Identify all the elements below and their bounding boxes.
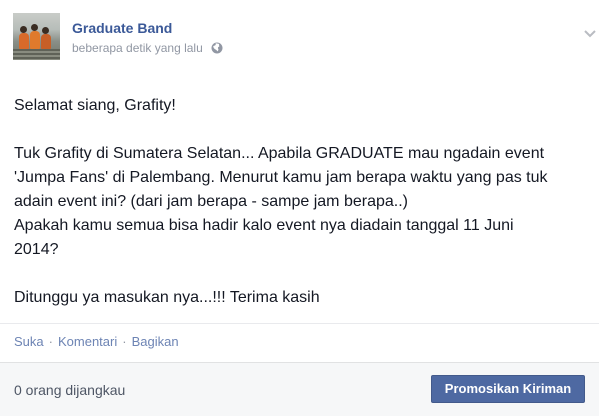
reach-count[interactable]: 0 orang dijangkau <box>14 382 125 398</box>
promote-post-button[interactable]: Promosikan Kiriman <box>431 375 585 403</box>
avatar[interactable] <box>13 13 60 60</box>
action-links: Suka · Komentari · Bagikan <box>14 334 179 349</box>
share-link[interactable]: Bagikan <box>132 334 179 349</box>
like-link[interactable]: Suka <box>14 334 44 349</box>
message-line: Apakah kamu semua bisa hadir kalo event … <box>14 217 514 234</box>
post-actions: Suka · Komentari · Bagikan <box>0 323 599 362</box>
message-line: adain event ini? (dari jam berapa - samp… <box>14 193 408 210</box>
message-line: 2014? <box>14 241 59 258</box>
separator: · <box>122 334 127 349</box>
post-footer: 0 orang dijangkau Promosikan Kiriman <box>0 362 599 416</box>
separator: · <box>48 334 53 349</box>
comment-link[interactable]: Komentari <box>58 334 117 349</box>
message-line: Selamat siang, Grafity! <box>14 97 176 114</box>
timestamp-link[interactable]: beberapa detik yang lalu <box>72 41 203 55</box>
page-name-link[interactable]: Graduate Band <box>72 20 172 36</box>
message-line: 'Jumpa Fans' di Palembang. Menurut kamu … <box>14 169 548 186</box>
message-line: Tuk Grafity di Sumatera Selatan... Apabi… <box>14 145 545 162</box>
post-card: Graduate Band beberapa detik yang lalu S… <box>0 0 599 416</box>
post-message: Selamat siang, Grafity! Tuk Grafity di S… <box>14 94 589 310</box>
message-line: Ditunggu ya masukan nya...!!! Terima kas… <box>14 289 320 306</box>
chevron-down-icon[interactable] <box>583 29 597 39</box>
timestamp-row: beberapa detik yang lalu <box>72 41 223 55</box>
post-header: Graduate Band beberapa detik yang lalu <box>13 13 596 61</box>
globe-icon[interactable] <box>211 42 223 54</box>
